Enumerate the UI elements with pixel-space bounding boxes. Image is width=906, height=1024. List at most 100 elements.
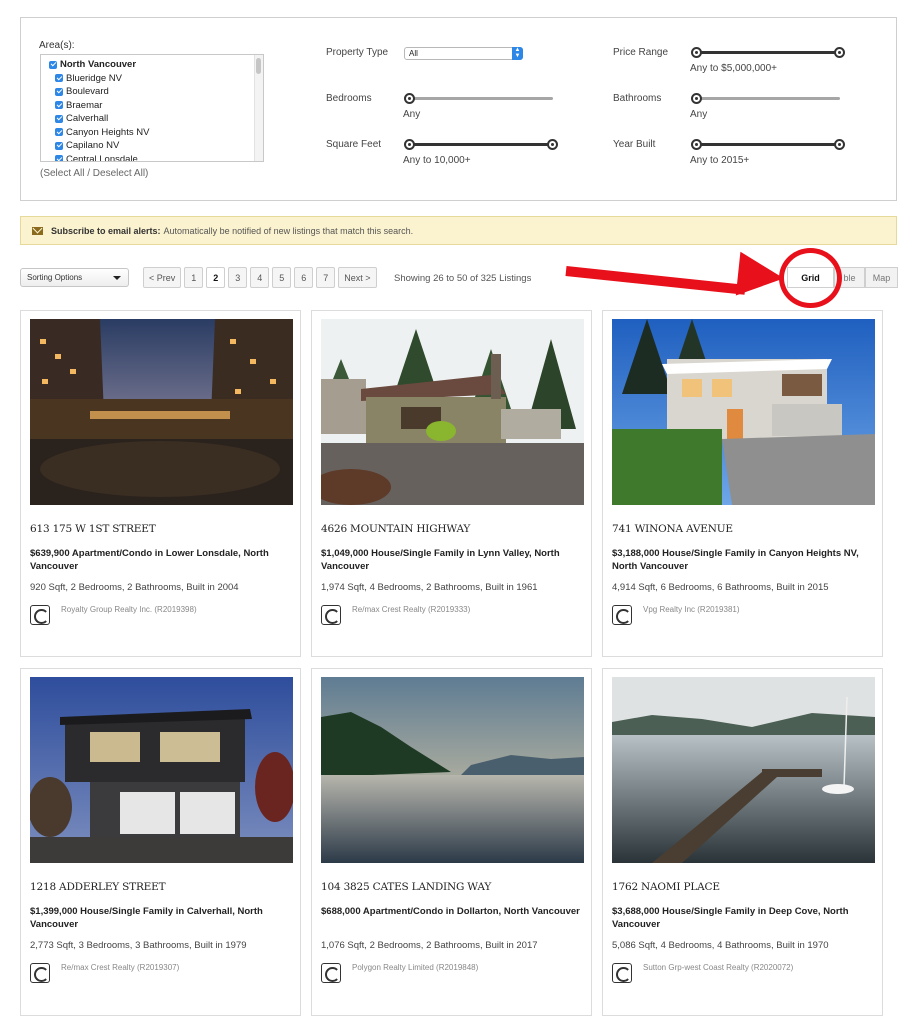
year-built-slider[interactable]: [691, 139, 845, 150]
area-item-boulevard[interactable]: Boulevard: [41, 85, 263, 99]
envelope-icon: [32, 226, 43, 235]
slider-handle-min[interactable]: [691, 139, 702, 150]
slider-handle-min[interactable]: [691, 47, 702, 58]
area-item-label: Canyon Heights NV: [66, 126, 150, 138]
area-item-label: Blueridge NV: [66, 72, 122, 84]
listing-address[interactable]: 4626 MOUNTAIN HIGHWAY: [321, 523, 470, 535]
sorting-options-label: Sorting Options: [27, 273, 83, 282]
bedrooms-slider[interactable]: [404, 93, 553, 104]
listing-address[interactable]: 613 175 W 1ST STREET: [30, 523, 156, 535]
broker-logo-icon: [612, 605, 632, 625]
square-feet-slider[interactable]: [404, 139, 558, 150]
broker-logo-icon: [30, 605, 50, 625]
area-item-label: Central Lonsdale: [66, 153, 138, 162]
area-item-north-vancouver[interactable]: North Vancouver: [41, 58, 263, 72]
area-item-braemar[interactable]: Braemar: [41, 99, 263, 113]
area-item-central-lonsdale[interactable]: Central Lonsdale: [41, 153, 263, 162]
page-4-button[interactable]: 4: [250, 267, 270, 288]
listing-card[interactable]: 1218 ADDERLEY STREET $1,399,000 House/Si…: [20, 668, 301, 1016]
broker-logo-icon: [30, 963, 50, 983]
page-3-button[interactable]: 3: [228, 267, 248, 288]
price-range-slider[interactable]: [691, 47, 845, 58]
page-1-button[interactable]: 1: [184, 267, 204, 288]
slider-handle-max[interactable]: [834, 47, 845, 58]
listing-address[interactable]: 1218 ADDERLEY STREET: [30, 881, 166, 893]
listing-broker: Sutton Grp-west Coast Realty (R2020072): [643, 963, 794, 972]
email-alert-banner[interactable]: Subscribe to email alerts: Automatically…: [20, 216, 897, 245]
checkbox-checked-icon[interactable]: [55, 87, 63, 96]
area-item-canyon-heights[interactable]: Canyon Heights NV: [41, 126, 263, 140]
listing-broker: Re/max Crest Realty (R2019333): [352, 605, 471, 614]
listing-card[interactable]: 741 WINONA AVENUE $3,188,000 House/Singl…: [602, 310, 883, 657]
listing-card[interactable]: 104 3825 CATES LANDING WAY $688,000 Apar…: [311, 668, 592, 1016]
listing-photo[interactable]: [30, 319, 293, 505]
broker-logo-icon: [321, 605, 341, 625]
bedrooms-label: Bedrooms: [326, 93, 372, 104]
bedrooms-value: Any: [403, 109, 421, 120]
listing-photo[interactable]: [321, 319, 584, 505]
checkbox-checked-icon[interactable]: [55, 74, 63, 83]
area-list-scrollbar[interactable]: [254, 55, 263, 161]
bathrooms-label: Bathrooms: [613, 93, 662, 104]
listing-photo[interactable]: [321, 677, 584, 863]
area-item-blueridge[interactable]: Blueridge NV: [41, 72, 263, 86]
select-all-link[interactable]: (Select All / Deselect All): [40, 168, 148, 179]
listing-details: 2,773 Sqft, 3 Bedrooms, 3 Bathrooms, Bui…: [30, 940, 247, 951]
year-built-label: Year Built: [613, 139, 656, 150]
listing-card[interactable]: 4626 MOUNTAIN HIGHWAY $1,049,000 House/S…: [311, 310, 592, 657]
listing-price: $1,399,000 House/Single Family in Calver…: [30, 906, 263, 930]
area-item-capilano[interactable]: Capilano NV: [41, 139, 263, 153]
checkbox-checked-icon[interactable]: [55, 155, 63, 161]
listing-photo[interactable]: [612, 677, 875, 863]
listing-card[interactable]: 613 175 W 1ST STREET $639,900 Apartment/…: [20, 310, 301, 657]
listing-price: $3,188,000 House/Single Family in Canyon…: [612, 548, 859, 572]
listing-address[interactable]: 741 WINONA AVENUE: [612, 523, 733, 535]
listing-broker: Re/max Crest Realty (R2019307): [61, 963, 180, 972]
listing-photo[interactable]: [30, 677, 293, 863]
results-count: Showing 26 to 50 of 325 Listings: [394, 273, 532, 284]
checkbox-checked-icon[interactable]: [55, 101, 63, 110]
next-page-button[interactable]: Next >: [338, 267, 377, 288]
area-item-label: Braemar: [66, 99, 103, 111]
listing-broker: Polygon Realty Limited (R2019848): [352, 963, 479, 972]
listing-price: $688,000 Apartment/Condo in Dollarton, N…: [321, 906, 580, 917]
area-list[interactable]: North Vancouver Blueridge NV Boulevard B…: [40, 54, 264, 162]
page-6-button[interactable]: 6: [294, 267, 314, 288]
listing-details: 1,974 Sqft, 4 Bedrooms, 2 Bathrooms, Bui…: [321, 582, 538, 593]
alert-text: Automatically be notified of new listing…: [163, 225, 414, 236]
slider-handle-min[interactable]: [691, 93, 702, 104]
scrollbar-thumb[interactable]: [256, 58, 261, 74]
slider-handle-max[interactable]: [834, 139, 845, 150]
area-item-label: Capilano NV: [66, 140, 120, 152]
listing-price: $639,900 Apartment/Condo in Lower Lonsda…: [30, 548, 269, 572]
prev-page-button[interactable]: < Prev: [143, 267, 182, 288]
area-item-label: Calverhall: [66, 113, 109, 125]
area-item-calverhall[interactable]: Calverhall: [41, 112, 263, 126]
slider-handle-max[interactable]: [547, 139, 558, 150]
checkbox-checked-icon[interactable]: [55, 114, 63, 123]
listing-address[interactable]: 104 3825 CATES LANDING WAY: [321, 881, 491, 893]
square-feet-value: Any to 10,000+: [403, 155, 471, 166]
bathrooms-slider[interactable]: [691, 93, 840, 104]
listing-card[interactable]: 1762 NAOMI PLACE $3,688,000 House/Single…: [602, 668, 883, 1016]
listing-price: $1,049,000 House/Single Family in Lynn V…: [321, 548, 560, 572]
listing-broker: Vpg Realty Inc (R2019381): [643, 605, 740, 614]
property-type-select[interactable]: All ▲ ▼: [404, 47, 523, 60]
page-2-button[interactable]: 2: [206, 267, 226, 288]
slider-handle-min[interactable]: [404, 139, 415, 150]
map-view-button[interactable]: Map: [865, 267, 898, 288]
page-5-button[interactable]: 5: [272, 267, 292, 288]
page-7-button[interactable]: 7: [316, 267, 336, 288]
checkbox-checked-icon[interactable]: [55, 141, 63, 150]
sorting-options-select[interactable]: Sorting Options: [20, 268, 129, 287]
alert-title[interactable]: Subscribe to email alerts:: [51, 226, 161, 236]
listing-address[interactable]: 1762 NAOMI PLACE: [612, 881, 720, 893]
broker-logo-icon: [612, 963, 632, 983]
checkbox-checked-icon[interactable]: [55, 128, 63, 137]
property-type-value: All: [409, 49, 418, 58]
slider-handle-min[interactable]: [404, 93, 415, 104]
select-arrows-icon: ▲ ▼: [512, 47, 523, 60]
listing-photo[interactable]: [612, 319, 875, 505]
checkbox-checked-icon[interactable]: [49, 60, 57, 69]
listing-details: 5,086 Sqft, 4 Bedrooms, 4 Bathrooms, Bui…: [612, 940, 829, 951]
